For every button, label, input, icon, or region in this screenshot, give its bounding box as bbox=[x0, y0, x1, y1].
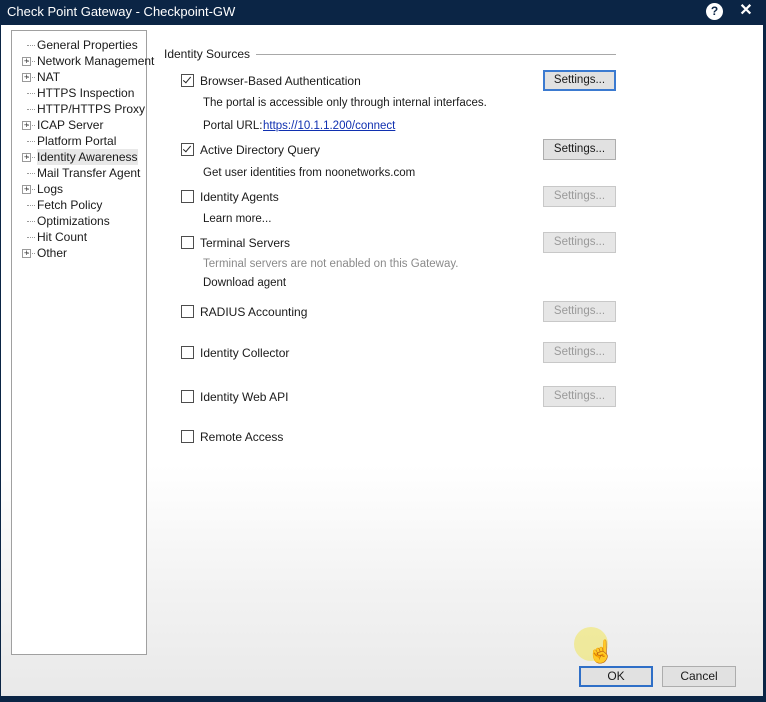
tree-item-mail-transfer-agent[interactable]: Mail Transfer Agent bbox=[12, 165, 144, 181]
tree-item-identity-awareness[interactable]: + Identity Awareness bbox=[12, 149, 144, 165]
portal-url-link[interactable]: https://10.1.1.200/connect bbox=[263, 120, 395, 132]
tree-item-http-proxy[interactable]: HTTP/HTTPS Proxy bbox=[12, 101, 146, 117]
tree-item-logs[interactable]: + Logs bbox=[12, 181, 144, 197]
tree-item-label: ICAP Server bbox=[37, 118, 104, 132]
tree-item-network-management[interactable]: + Network Management bbox=[12, 53, 154, 69]
tree-connector bbox=[27, 205, 35, 206]
tree-item-label: NAT bbox=[37, 70, 61, 84]
tree-item-label: Fetch Policy bbox=[37, 198, 103, 212]
tree-item-label: HTTP/HTTPS Proxy bbox=[37, 102, 146, 116]
section-divider bbox=[256, 54, 616, 55]
tree-connector bbox=[27, 189, 35, 190]
tree-connector bbox=[27, 45, 35, 46]
section-title: Identity Sources bbox=[164, 47, 251, 61]
browser-auth-label: Browser-Based Authentication bbox=[200, 74, 361, 88]
tree-connector bbox=[27, 77, 35, 78]
tree-connector bbox=[27, 93, 35, 94]
tree-item-nat[interactable]: + NAT bbox=[12, 69, 144, 85]
tree-connector bbox=[27, 237, 35, 238]
ad-query-checkbox[interactable] bbox=[181, 143, 194, 156]
identity-collector-settings-button[interactable]: Settings... bbox=[543, 342, 616, 363]
terminal-servers-note: Terminal servers are not enabled on this… bbox=[203, 258, 459, 270]
radius-settings-button[interactable]: Settings... bbox=[543, 301, 616, 322]
identity-collector-checkbox[interactable] bbox=[181, 346, 194, 359]
identity-agents-label: Identity Agents bbox=[200, 190, 279, 204]
ad-query-settings-button[interactable]: Settings... bbox=[543, 139, 616, 160]
tree-connector bbox=[27, 109, 35, 110]
tree-connector bbox=[27, 141, 35, 142]
tree-item-label: Network Management bbox=[37, 54, 155, 68]
terminal-servers-label: Terminal Servers bbox=[200, 236, 291, 250]
tree-item-label: Mail Transfer Agent bbox=[37, 166, 141, 180]
tree-item-label: Platform Portal bbox=[37, 134, 117, 148]
tree-item-label: General Properties bbox=[37, 38, 138, 52]
portal-url-label: Portal URL: bbox=[203, 120, 263, 132]
tree-item-label: Optimizations bbox=[37, 214, 110, 228]
tree-connector bbox=[27, 61, 35, 62]
tree-item-label: Logs bbox=[37, 182, 64, 196]
help-icon[interactable]: ? bbox=[706, 3, 723, 20]
tree-item-label: HTTPS Inspection bbox=[37, 86, 135, 100]
tree-item-https-inspection[interactable]: HTTPS Inspection bbox=[12, 85, 144, 101]
navigation-tree: General Properties + Network Management … bbox=[11, 30, 154, 655]
remote-access-label: Remote Access bbox=[200, 430, 284, 444]
cancel-button[interactable]: Cancel bbox=[662, 666, 736, 687]
tree-item-general-properties[interactable]: General Properties bbox=[12, 37, 144, 53]
tree-item-other[interactable]: + Other bbox=[12, 245, 144, 261]
tree-item-label: Identity Awareness bbox=[37, 149, 138, 165]
browser-auth-settings-button[interactable]: Settings... bbox=[543, 70, 616, 91]
dialog-body: General Properties + Network Management … bbox=[1, 25, 763, 696]
window-title: Check Point Gateway - Checkpoint-GW bbox=[7, 4, 236, 19]
ad-query-note: Get user identities from noonetworks.com bbox=[203, 167, 416, 179]
tree-item-platform-portal[interactable]: Platform Portal bbox=[12, 133, 144, 149]
learn-more-link[interactable]: Learn more... bbox=[203, 213, 271, 225]
identity-agents-checkbox[interactable] bbox=[181, 190, 194, 203]
tree-item-label: Hit Count bbox=[37, 230, 88, 244]
remote-access-checkbox[interactable] bbox=[181, 430, 194, 443]
radius-checkbox[interactable] bbox=[181, 305, 194, 318]
close-icon[interactable]: ✕ bbox=[736, 1, 756, 21]
tree-item-hit-count[interactable]: Hit Count bbox=[12, 229, 144, 245]
web-api-settings-button[interactable]: Settings... bbox=[543, 386, 616, 407]
ok-button[interactable]: OK bbox=[579, 666, 653, 687]
terminal-servers-checkbox[interactable] bbox=[181, 236, 194, 249]
terminal-servers-settings-button[interactable]: Settings... bbox=[543, 232, 616, 253]
tree-item-optimizations[interactable]: Optimizations bbox=[12, 213, 144, 229]
ad-query-label: Active Directory Query bbox=[200, 143, 321, 157]
title-bar: Check Point Gateway - Checkpoint-GW ? ✕ bbox=[0, 0, 766, 24]
identity-agents-settings-button[interactable]: Settings... bbox=[543, 186, 616, 207]
identity-sources-panel: Identity Sources Browser-Based Authentic… bbox=[161, 25, 761, 685]
browser-auth-checkbox[interactable] bbox=[181, 74, 194, 87]
identity-collector-label: Identity Collector bbox=[200, 346, 290, 360]
tree-connector bbox=[27, 157, 35, 158]
tree-item-label: Other bbox=[37, 246, 68, 260]
tree-connector bbox=[27, 253, 35, 254]
tree-connector bbox=[27, 173, 35, 174]
web-api-checkbox[interactable] bbox=[181, 390, 194, 403]
tree-connector bbox=[27, 125, 35, 126]
hand-cursor-icon: ☝ bbox=[587, 639, 615, 664]
download-agent-link[interactable]: Download agent bbox=[203, 277, 286, 289]
web-api-label: Identity Web API bbox=[200, 390, 289, 404]
browser-auth-note: The portal is accessible only through in… bbox=[203, 97, 487, 109]
tree-connector bbox=[27, 221, 35, 222]
radius-label: RADIUS Accounting bbox=[200, 305, 308, 319]
tree-item-icap-server[interactable]: + ICAP Server bbox=[12, 117, 144, 133]
tree-item-fetch-policy[interactable]: Fetch Policy bbox=[12, 197, 144, 213]
